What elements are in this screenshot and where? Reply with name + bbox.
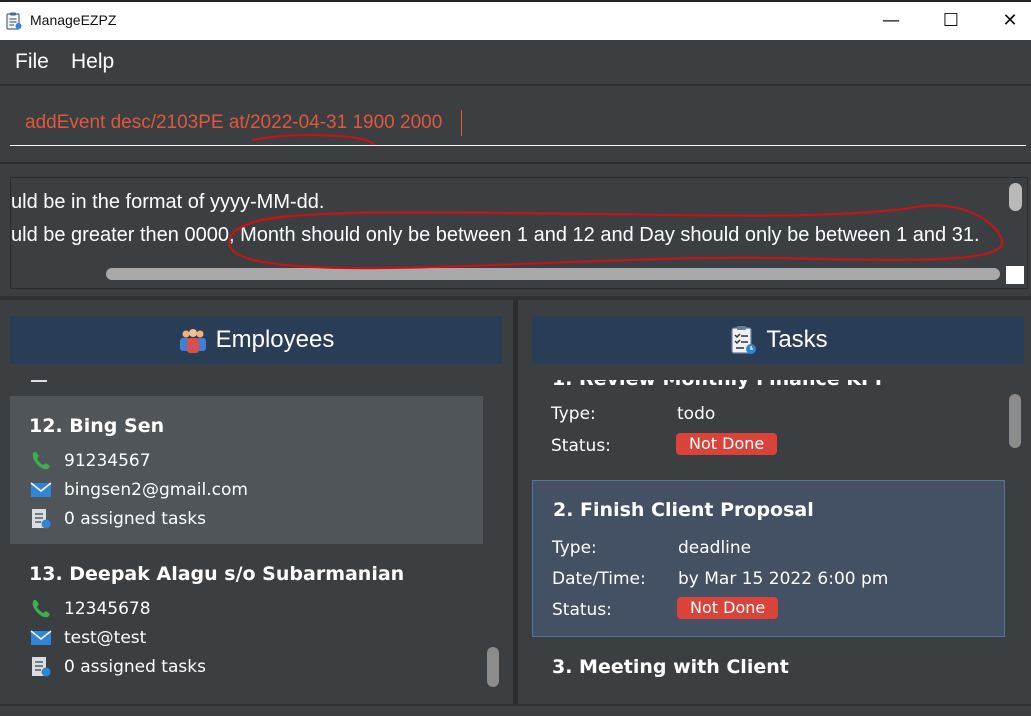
employee-list[interactable]: 12. Bing Sen 91234567 bingsen2@gmail.com [10,380,504,693]
circle-annotation [228,204,1004,270]
mail-icon [30,630,52,645]
employee-card[interactable]: 13. Deepak Alagu s/o Subarmanian 1234567… [10,544,483,692]
task-name: 2. Finish Client Proposal [553,499,814,521]
employee-card[interactable]: 12. Bing Sen 91234567 bingsen2@gmail.com [10,396,483,544]
menu-help[interactable]: Help [71,50,114,74]
employee-email-row: test@test [30,627,146,649]
result-scroll-thumb-vertical[interactable] [1009,183,1022,211]
employee-email: bingsen2@gmail.com [64,480,248,500]
task-card[interactable]: 1. Review Monthly Finance KPI Type: todo… [532,380,1005,476]
employee-tasks-row: 0 assigned tasks [30,508,206,530]
minimize-button[interactable]: — [868,0,914,40]
window-title: ManageEZPZ [30,12,117,28]
checklist-icon [31,380,47,382]
task-scroll-thumb[interactable] [1009,394,1021,448]
task-status-label: Status: [552,600,612,620]
task-list[interactable]: 1. Review Monthly Finance KPI Type: todo… [532,380,1026,693]
checklist-icon [32,657,51,677]
employee-email: test@test [64,628,147,648]
task-status-label: Status: [551,436,611,456]
tasks-header-label: Tasks [766,326,828,353]
task-card-selected[interactable]: 2. Finish Client Proposal Type: deadline… [532,480,1005,637]
task-datetime: by Mar 15 2022 6:00 pm [678,569,889,589]
phone-icon [32,600,50,618]
tasks-header: Tasks [532,316,1024,364]
employee-tasks-row: 0 assigned tasks [30,656,206,678]
task-datetime-label: Date/Time: [552,569,646,589]
employee-task-count: 0 assigned tasks [64,657,206,677]
employee-phone: 12345678 [64,599,151,619]
menu-file[interactable]: File [15,50,49,74]
task-list-icon [731,326,757,354]
employee-name: 13. Deepak Alagu s/o Subarmanian [29,563,405,585]
employees-header: Employees [10,316,502,364]
employee-name: 12. Bing Sen [29,415,165,437]
task-type: deadline [678,538,752,558]
task-type: todo [677,404,716,424]
clipboard-icon [6,12,22,30]
mail-icon [30,482,52,497]
status-bar [0,704,1031,716]
close-button[interactable]: ✕ [987,0,1031,40]
command-input[interactable] [10,100,1026,146]
task-type-label: Type: [551,404,596,424]
task-card[interactable]: 3. Meeting with Client [532,642,1005,693]
employees-header-label: Employees [215,326,335,353]
task-name: 3. Meeting with Client [552,656,789,678]
people-icon [179,329,206,353]
employee-phone-row: 91234567 [30,450,151,472]
employee-task-count: 0 assigned tasks [64,509,206,529]
status-badge: Not Done [676,433,778,455]
task-name: 1. Review Monthly Finance KPI [552,380,882,390]
employee-scroll-thumb[interactable] [487,647,499,687]
text-caret [461,110,462,136]
employee-scrollbar[interactable] [484,380,504,693]
underline-annotation [251,134,376,145]
panel-split-divider[interactable] [513,300,518,704]
status-badge: Not Done [677,597,779,619]
maximize-button[interactable]: ☐ [928,0,974,40]
phone-icon [32,452,50,470]
employee-phone: 91234567 [64,451,151,471]
task-type-label: Type: [552,538,597,558]
employee-email-row: bingsen2@gmail.com [30,479,248,501]
employee-phone-row: 12345678 [30,598,151,620]
menu-bar [0,40,1031,86]
checklist-icon [32,509,51,529]
